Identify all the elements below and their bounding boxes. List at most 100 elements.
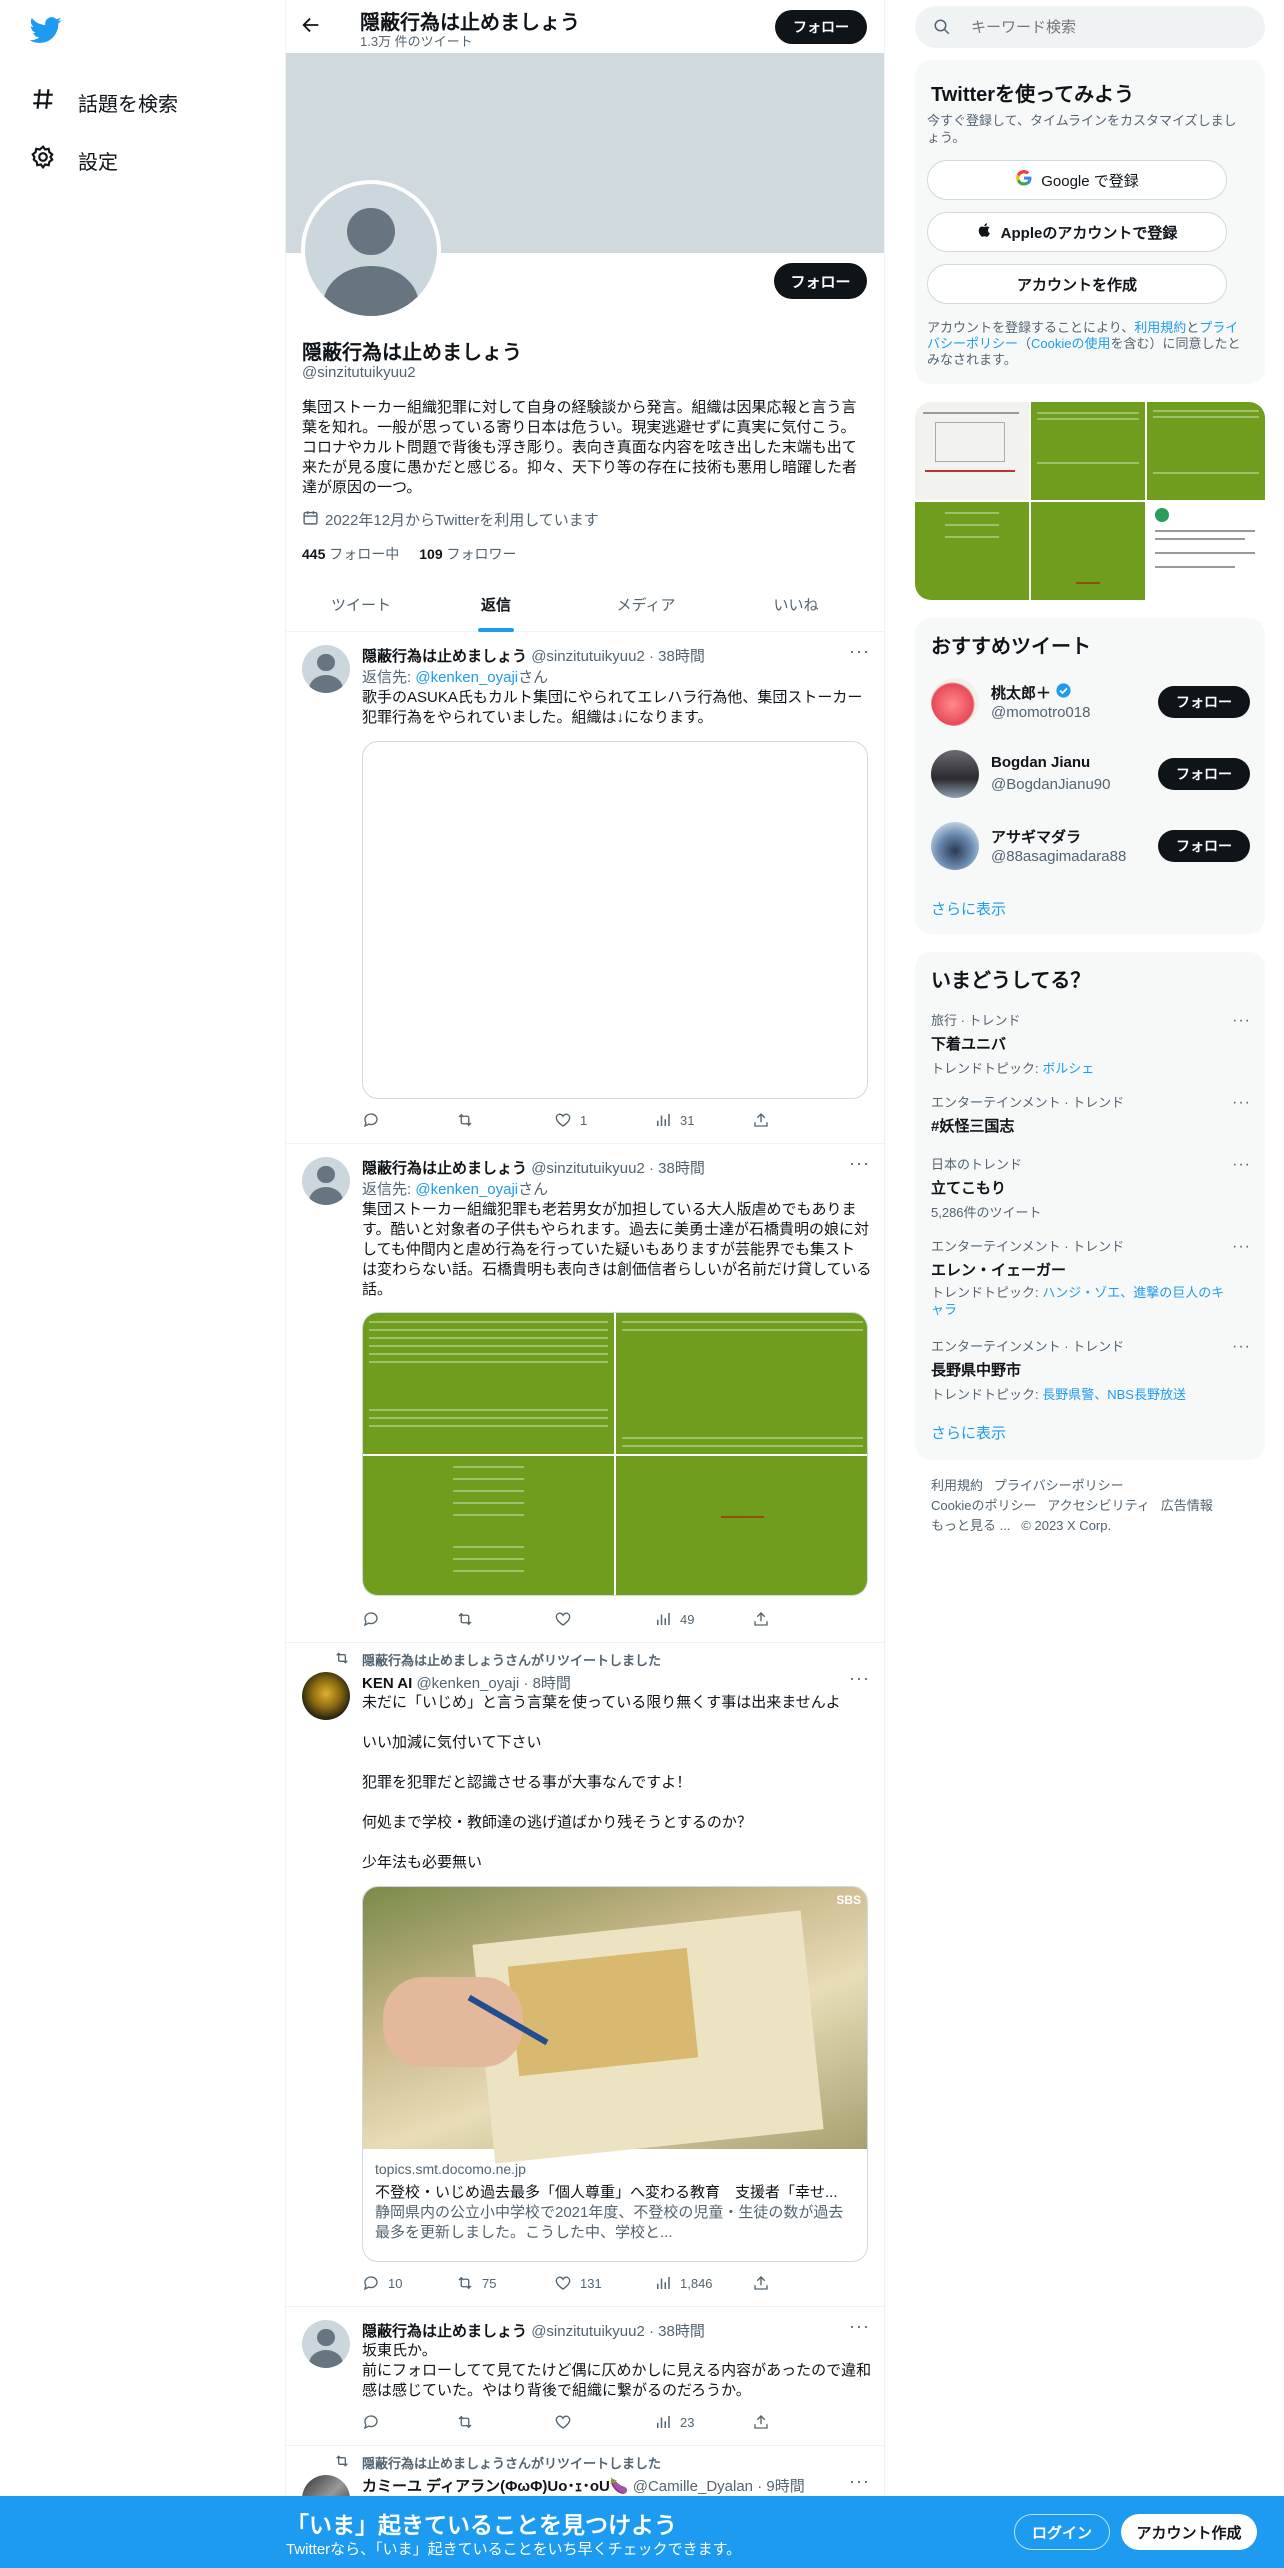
share-button[interactable] [752,1610,770,1628]
like-button[interactable]: 1 [554,1111,587,1129]
tweet[interactable]: 隠蔽行為は止めましょう @sinzitutuikyuu2 · 38時間 ··· … [286,2308,886,2446]
recommended-user[interactable]: アサギマダラ @88asagimadara88 フォロー [915,810,1265,882]
share-button[interactable] [752,2274,770,2292]
profile-media-preview[interactable] [915,402,1265,600]
media-thumb-1[interactable] [915,402,1029,500]
nav-explore[interactable]: 話題を検索 [30,86,178,118]
follow-button[interactable]: フォロー [1158,686,1250,718]
signup-button[interactable]: アカウント作成 [1121,2514,1257,2550]
tweet-author-name[interactable]: 隠蔽行為は止めましょう [362,2323,527,2340]
tab-likes[interactable]: いいね [721,576,871,632]
twitter-logo-icon[interactable] [29,14,62,50]
retweet-button[interactable] [456,2413,482,2431]
trend-item[interactable]: エンターテインメント · トレンド 長野県中野市 トレンドトピック: 長野県警、… [931,1336,1251,1403]
reply-button[interactable] [362,2413,388,2431]
views-button[interactable]: 49 [654,1610,694,1628]
profile-avatar[interactable] [301,180,441,320]
recommended-show-more[interactable]: さらに表示 [931,898,1006,919]
media-thumb-2[interactable] [1031,402,1145,500]
search-box[interactable] [915,6,1265,48]
tweet-author-name[interactable]: 隠蔽行為は止めましょう [362,648,527,665]
trend-item[interactable]: 旅行 · トレンド 下着ユニバ トレンドトピック: ボルシェ ··· [931,1010,1251,1077]
recommended-user[interactable]: 桃太郎＋ @momotro018 フォロー [915,666,1265,738]
recommended-user[interactable]: Bogdan Jianu @BogdanJianu90 フォロー [915,738,1265,810]
followers-link[interactable]: 109 フォロワー [419,544,516,564]
retweet-button[interactable]: 75 [456,2274,496,2292]
trend-item[interactable]: エンターテインメント · トレンド エレン・イェーガー トレンドトピック: ハン… [931,1236,1251,1318]
more-options-icon[interactable]: ··· [849,1153,870,1174]
user-avatar[interactable] [931,822,979,870]
nav-settings[interactable]: 設定 [30,144,118,176]
tweet-author-name[interactable]: カミーユ ディアラン(ΦωΦ)Uo･ｪ･oU🍆 [362,2478,629,2495]
cookie-link[interactable]: Cookieの使用 [1031,336,1110,351]
tab-media[interactable]: メディア [571,576,721,632]
footer-link[interactable]: アクセシビリティ [1047,1498,1150,1513]
views-button[interactable]: 31 [654,1111,694,1129]
trends-show-more[interactable]: さらに表示 [931,1422,1006,1443]
following-link[interactable]: 445 フォロー中 [302,544,399,564]
tweet-avatar[interactable] [302,645,350,693]
search-input[interactable] [971,16,1241,38]
profile-follow-button[interactable]: フォロー [774,263,867,299]
tab-tweets[interactable]: ツイート [286,576,436,632]
more-options-icon[interactable]: ··· [1232,1094,1251,1112]
more-options-icon[interactable]: ··· [1232,1156,1251,1174]
apple-signup-button[interactable]: Appleのアカウントで登録 [927,212,1227,252]
tweet[interactable]: 隠蔽行為は止めましょう @sinzitutuikyuu2 · 38時間 ··· … [286,1145,886,1643]
more-options-icon[interactable]: ··· [849,2471,870,2492]
reply-to-handle[interactable]: @kenken_oyaji [415,669,518,686]
footer-link[interactable]: プライバシーポリシー [994,1478,1124,1493]
share-button[interactable] [752,2413,770,2431]
trend-topic-link[interactable]: 長野県警、NBS長野放送 [1042,1387,1186,1402]
more-options-icon[interactable]: ··· [1232,1012,1251,1030]
terms-link[interactable]: 利用規約 [1134,320,1186,335]
tweet[interactable]: 隠蔽行為は止めましょうさんがリツイートしました KEN AI @kenken_o… [286,1644,886,2307]
media-image-2[interactable] [616,1313,867,1454]
user-avatar[interactable] [931,750,979,798]
media-image-3[interactable] [363,1456,614,1595]
user-avatar[interactable] [931,678,979,726]
reply-button[interactable]: 10 [362,2274,402,2292]
footer-more-link[interactable]: もっと見る ... [931,1518,1010,1533]
login-button[interactable]: ログイン [1014,2514,1110,2550]
footer-link[interactable]: 広告情報 [1161,1498,1213,1513]
media-image-1[interactable] [363,1313,614,1454]
media-thumb-3[interactable] [1147,402,1265,500]
trend-topic-link[interactable]: ボルシェ [1042,1061,1094,1076]
media-image-4[interactable] [616,1456,867,1595]
follow-button[interactable]: フォロー [1158,758,1250,790]
tweet-author-name[interactable]: KEN AI [362,1675,412,1692]
like-button[interactable] [554,1610,580,1628]
footer-link[interactable]: Cookieのポリシー [931,1498,1036,1513]
link-card[interactable]: SBS topics.smt.docomo.ne.jp 不登校・いじめ過去最多「… [362,1886,868,2262]
views-button[interactable]: 1,846 [654,2274,713,2292]
more-options-icon[interactable]: ··· [849,2316,870,2337]
media-thumb-4[interactable] [915,502,1029,600]
tweet[interactable]: 隠蔽行為は止めましょう @sinzitutuikyuu2 · 38時間 ··· … [286,633,886,1144]
google-signup-button[interactable]: Google で登録 [927,160,1227,200]
reply-button[interactable] [362,1111,388,1129]
tweet-avatar[interactable] [302,2320,350,2368]
follow-button[interactable]: フォロー [1158,830,1250,862]
media-thumb-6[interactable] [1147,502,1265,600]
retweet-button[interactable] [456,1111,482,1129]
header-follow-button[interactable]: フォロー [775,10,867,44]
more-options-icon[interactable]: ··· [1232,1238,1251,1256]
retweet-button[interactable] [456,1610,482,1628]
tweet-media-grid[interactable] [362,1312,868,1596]
trend-item[interactable]: エンターテインメント · トレンド #妖怪三国志 ··· [931,1092,1251,1136]
more-options-icon[interactable]: ··· [1232,1338,1251,1356]
more-options-icon[interactable]: ··· [849,1668,870,1689]
trend-item[interactable]: 日本のトレンド 立てこもり 5,286件のツイート ··· [931,1154,1251,1221]
create-account-button[interactable]: アカウントを作成 [927,264,1227,304]
media-thumb-5[interactable] [1031,502,1145,600]
share-button[interactable] [752,1111,770,1129]
reply-button[interactable] [362,1610,388,1628]
tweet-avatar[interactable] [302,1672,350,1720]
footer-link[interactable]: 利用規約 [931,1478,983,1493]
tweet-avatar[interactable] [302,1157,350,1205]
tab-replies[interactable]: 返信 [426,576,566,632]
tweet-author-name[interactable]: 隠蔽行為は止めましょう [362,1160,527,1177]
back-arrow-icon[interactable] [300,14,322,40]
like-button[interactable]: 131 [554,2274,602,2292]
